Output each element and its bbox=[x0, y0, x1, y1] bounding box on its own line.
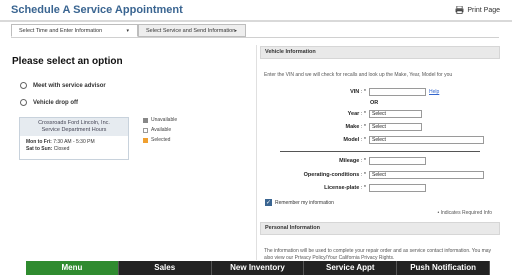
nav-new-inventory-button[interactable]: New Inventory bbox=[211, 261, 305, 275]
weekday-hours: Mon to Fri: 7:30 AM - 5:30 PM bbox=[20, 139, 128, 145]
weekday-days: Mon to Fri: bbox=[26, 139, 52, 145]
conditions-label: Operating-conditions : * bbox=[303, 172, 366, 178]
print-page-label: Print Page bbox=[467, 6, 500, 14]
nav-menu-button[interactable]: Menu bbox=[26, 261, 119, 275]
radio-meet-advisor[interactable] bbox=[20, 82, 27, 89]
or-separator: OR bbox=[370, 100, 379, 106]
tab-divider bbox=[11, 37, 499, 38]
personal-info-text: The information will be used to complete… bbox=[264, 248, 492, 261]
chevron-right-icon: ▸ bbox=[234, 28, 237, 34]
vin-label: VIN : * bbox=[350, 89, 366, 95]
select-option-heading: Please select an option bbox=[12, 56, 123, 67]
selected-swatch bbox=[143, 137, 148, 143]
mileage-label: Mileage : * bbox=[339, 158, 366, 164]
chevron-down-icon: ▾ bbox=[126, 28, 129, 34]
bottom-nav: Menu Sales New Inventory Service Appt Pu… bbox=[26, 261, 490, 275]
option-drop-off[interactable]: Vehicle drop off bbox=[20, 99, 78, 106]
plate-label: License-plate : * bbox=[324, 185, 366, 191]
weekend-days: Sat to Sun: bbox=[26, 146, 53, 152]
hours-header: Crossroads Ford Lincoln, Inc. Service De… bbox=[20, 118, 128, 136]
make-label: Make : * bbox=[345, 124, 367, 130]
plate-input[interactable] bbox=[369, 184, 426, 192]
mileage-input[interactable] bbox=[369, 157, 426, 165]
weekend-time: Closed bbox=[53, 146, 70, 152]
legend-available-label: Available bbox=[151, 127, 172, 133]
option-meet-advisor[interactable]: Meet with service advisor bbox=[20, 82, 106, 89]
tab-select-service-label: Select Service and Send Information bbox=[146, 28, 236, 34]
plate-row: License-plate : * bbox=[260, 184, 500, 193]
hours-subtitle: Service Department Hours bbox=[41, 127, 107, 133]
tab-select-service[interactable]: Select Service and Send Information ▸ bbox=[138, 24, 246, 37]
vehicle-intro-text: Enter the VIN and we will check for reca… bbox=[264, 72, 453, 78]
year-label: Year : * bbox=[347, 111, 366, 117]
step-tabs: Select Time and Enter Information ▾ Sele… bbox=[11, 24, 246, 37]
service-hours-box: Crossroads Ford Lincoln, Inc. Service De… bbox=[19, 117, 129, 160]
personal-info-panel-header: Personal Information bbox=[260, 222, 500, 235]
header-bar: Schedule A Service Appointment Print Pag… bbox=[0, 0, 512, 22]
vehicle-info-panel-header: Vehicle Information bbox=[260, 46, 500, 59]
make-row: Make : * Select bbox=[260, 123, 500, 132]
model-row: Model : * Select bbox=[260, 136, 500, 145]
printer-icon bbox=[455, 6, 464, 14]
column-divider bbox=[256, 45, 257, 260]
tab-select-time-label: Select Time and Enter Information bbox=[19, 28, 103, 34]
vin-help-link[interactable]: Help bbox=[429, 89, 439, 95]
nav-push-notification-button[interactable]: Push Notification bbox=[397, 261, 490, 275]
remember-info-row[interactable]: ✓ Remember my information bbox=[265, 199, 334, 206]
legend-available: Available bbox=[143, 127, 171, 133]
print-page-link[interactable]: Print Page bbox=[455, 6, 500, 14]
legend-unavailable-label: Unavailable bbox=[151, 117, 178, 123]
available-swatch bbox=[143, 127, 148, 133]
year-row: Year : * Select bbox=[260, 110, 500, 119]
conditions-select[interactable]: Select bbox=[369, 171, 484, 179]
weekday-time: 7:30 AM - 5:30 PM bbox=[53, 139, 95, 145]
remember-checkbox[interactable]: ✓ bbox=[265, 199, 272, 206]
remember-label: Remember my information bbox=[275, 199, 334, 206]
dealer-name: Crossroads Ford Lincoln, Inc. bbox=[38, 120, 110, 126]
unavailable-swatch bbox=[143, 117, 148, 123]
model-label: Model : * bbox=[343, 137, 366, 143]
make-select[interactable]: Select bbox=[369, 123, 422, 131]
nav-service-appt-button[interactable]: Service Appt bbox=[304, 261, 398, 275]
vin-row: VIN : * Help bbox=[260, 88, 500, 97]
legend-unavailable: Unavailable bbox=[143, 117, 177, 123]
tab-select-time[interactable]: Select Time and Enter Information ▾ bbox=[11, 24, 138, 37]
option-drop-off-label: Vehicle drop off bbox=[33, 99, 79, 106]
model-select[interactable]: Select bbox=[369, 136, 484, 144]
vehicle-divider bbox=[280, 151, 480, 152]
conditions-row: Operating-conditions : * Select bbox=[260, 171, 500, 180]
required-note: • Indicates Required Info bbox=[437, 210, 492, 216]
year-select[interactable]: Select bbox=[369, 110, 422, 118]
option-meet-advisor-label: Meet with service advisor bbox=[33, 82, 106, 89]
vin-input[interactable] bbox=[369, 88, 426, 96]
page-title: Schedule A Service Appointment bbox=[11, 4, 183, 16]
legend-selected: Selected bbox=[143, 137, 170, 143]
nav-sales-button[interactable]: Sales bbox=[118, 261, 212, 275]
radio-drop-off[interactable] bbox=[20, 99, 27, 106]
legend-selected-label: Selected bbox=[151, 137, 171, 143]
mileage-row: Mileage : * bbox=[260, 157, 500, 166]
weekend-hours: Sat to Sun: Closed bbox=[20, 146, 128, 152]
